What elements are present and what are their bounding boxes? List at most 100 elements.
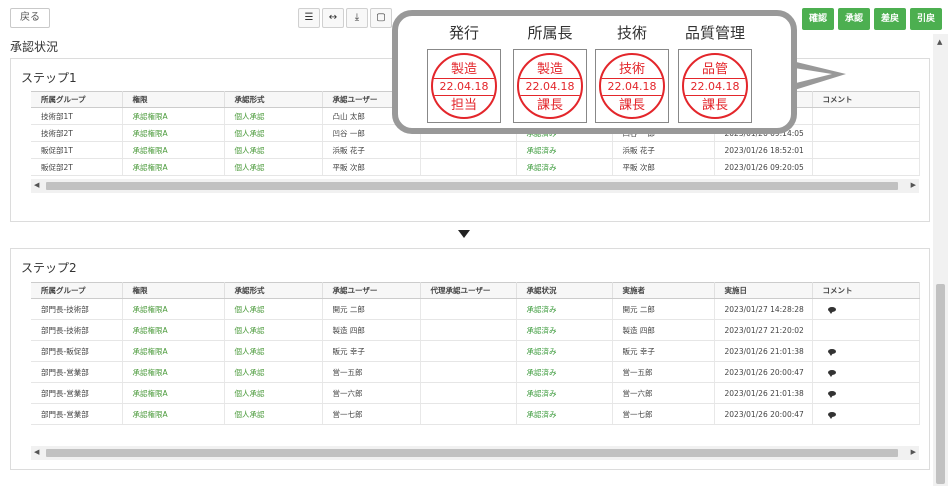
seal-title: 担当 bbox=[450, 98, 477, 113]
callout-pointer bbox=[788, 60, 846, 92]
cell-date: 2023/01/26 20:00:47 bbox=[714, 361, 813, 383]
comment-icon[interactable] bbox=[827, 348, 836, 356]
approval-seal-icon: 製造 22.04.18 担当 bbox=[431, 53, 497, 119]
tool-button[interactable]: ☰ bbox=[298, 8, 320, 28]
stamp-label: 発行 bbox=[448, 24, 479, 42]
pull-back-button[interactable]: 引戻 bbox=[909, 8, 942, 30]
cell-type: 個人承認 bbox=[224, 403, 323, 425]
cell-role: 承認権限A bbox=[122, 141, 225, 159]
tool-button-group: ☰ ↔ ⤓ ▢ bbox=[298, 8, 392, 28]
table-row[interactable]: 部門長-営業部 承認権限A 個人承認 営一六郎 承認済み 営一六郎 2023/01/26 2… bbox=[31, 382, 920, 404]
column-header: 所属グループ bbox=[31, 91, 123, 108]
cell-proxy bbox=[420, 361, 517, 383]
vertical-scrollbar[interactable]: ▲ bbox=[933, 34, 948, 486]
cell-status: 承認済み bbox=[516, 361, 613, 383]
table-row[interactable]: 部門長-販促部 承認権限A 個人承認 販元 幸子 承認済み 販元 幸子 2023/01/26… bbox=[31, 340, 920, 362]
cell-group: 技術部1T bbox=[31, 107, 123, 125]
cell-status: 承認済み bbox=[516, 319, 613, 341]
cell-actor: 販元 幸子 bbox=[612, 340, 715, 362]
seal-dept: 技術 bbox=[618, 62, 645, 77]
confirm-button[interactable]: 確認 bbox=[801, 8, 834, 30]
cell-date: 2023/01/26 09:20:05 bbox=[714, 158, 813, 176]
cell-proxy bbox=[420, 158, 517, 176]
cell-date: 2023/01/26 18:52:01 bbox=[714, 141, 813, 159]
step1-horizontal-scrollbar[interactable]: ◀ ▶ bbox=[31, 179, 919, 193]
cell-status: 承認済み bbox=[516, 158, 613, 176]
scroll-left-icon[interactable]: ◀ bbox=[34, 448, 39, 456]
horizontal-scroll-thumb[interactable] bbox=[46, 449, 898, 457]
column-header: 実施者 bbox=[612, 282, 715, 299]
comment-icon[interactable] bbox=[827, 411, 836, 419]
approve-button[interactable]: 承認 bbox=[837, 8, 870, 30]
step2-title: ステップ2 bbox=[21, 261, 77, 275]
table-row[interactable]: 部門長-技術部 承認権限A 個人承認 開元 二郎 承認済み 開元 二郎 2023/01/27… bbox=[31, 298, 920, 320]
cell-status: 承認済み bbox=[516, 141, 613, 159]
cell-group: 技術部2T bbox=[31, 124, 123, 142]
vertical-scroll-thumb[interactable] bbox=[936, 284, 945, 484]
table-row[interactable]: 部門長-営業部 承認権限A 個人承認 営一五郎 承認済み 営一五郎 2023/01/26 2… bbox=[31, 361, 920, 383]
action-button-group: 確認 承認 差戻 引戻 bbox=[801, 8, 942, 30]
seal-title: 課長 bbox=[701, 98, 728, 113]
step2-horizontal-scrollbar[interactable]: ◀ ▶ bbox=[31, 446, 919, 460]
comment-icon[interactable] bbox=[827, 369, 836, 377]
cell-group: 部門長-営業部 bbox=[31, 361, 123, 383]
cell-group: 部門長-販促部 bbox=[31, 340, 123, 362]
seal-title: 課長 bbox=[618, 98, 645, 113]
horizontal-scroll-thumb[interactable] bbox=[46, 182, 898, 190]
table-row[interactable]: 販促部1T 承認権限A 個人承認 浜販 花子 承認済み 浜販 花子 2023/01/26 1… bbox=[31, 141, 920, 159]
cell-user: 販元 幸子 bbox=[322, 340, 421, 362]
comment-icon[interactable] bbox=[827, 306, 836, 314]
cell-comment bbox=[812, 158, 920, 176]
table-row[interactable]: 部門長-営業部 承認権限A 個人承認 営一七郎 承認済み 営一七郎 2023/01/26 2… bbox=[31, 403, 920, 425]
cell-type: 個人承認 bbox=[224, 319, 323, 341]
cell-date: 2023/01/27 21:20:02 bbox=[714, 319, 813, 341]
cell-date: 2023/01/27 14:28:28 bbox=[714, 298, 813, 320]
stamp-label: 品質管理 bbox=[684, 24, 745, 42]
scroll-left-icon[interactable]: ◀ bbox=[34, 181, 39, 189]
cell-role: 承認権限A bbox=[122, 158, 225, 176]
cell-group: 部門長-技術部 bbox=[31, 298, 123, 320]
tool-button[interactable]: ↔ bbox=[322, 8, 344, 28]
scroll-right-icon[interactable]: ▶ bbox=[911, 448, 916, 456]
cell-comment bbox=[812, 319, 920, 341]
cell-type: 個人承認 bbox=[224, 107, 323, 125]
stamp-box: 製造 22.04.18 課長 bbox=[513, 49, 587, 123]
seal-dept: 製造 bbox=[536, 62, 563, 77]
scroll-up-icon[interactable]: ▲ bbox=[937, 38, 942, 46]
step1-title: ステップ1 bbox=[21, 71, 77, 85]
cell-group: 部門長-営業部 bbox=[31, 403, 123, 425]
column-header: 権限 bbox=[122, 91, 225, 108]
cell-actor: 営一六郎 bbox=[612, 382, 715, 404]
expand-horizontal-icon: ↔ bbox=[328, 12, 338, 23]
approval-seal-icon: 製造 22.04.18 課長 bbox=[517, 53, 583, 119]
cell-comment bbox=[812, 340, 920, 362]
comment-icon[interactable] bbox=[827, 390, 836, 398]
tool-button[interactable]: ⤓ bbox=[346, 8, 368, 28]
approval-seal-icon: 技術 22.04.18 課長 bbox=[599, 53, 665, 119]
cell-comment bbox=[812, 141, 920, 159]
cell-type: 個人承認 bbox=[224, 124, 323, 142]
window-icon: ▢ bbox=[376, 12, 386, 23]
cell-user: 製造 四郎 bbox=[322, 319, 421, 341]
column-header: 代理承認ユーザー bbox=[420, 282, 517, 299]
seal-title: 課長 bbox=[536, 98, 563, 113]
cell-user: 浜販 花子 bbox=[322, 141, 421, 159]
cell-proxy bbox=[420, 298, 517, 320]
cell-comment bbox=[812, 298, 920, 320]
table-row[interactable]: 部門長-技術部 承認権限A 個人承認 製造 四郎 承認済み 製造 四郎 2023/01/27… bbox=[31, 319, 920, 341]
cell-status: 承認済み bbox=[516, 403, 613, 425]
back-button[interactable]: 戻る bbox=[10, 8, 50, 28]
tool-button[interactable]: ▢ bbox=[370, 8, 392, 28]
cell-date: 2023/01/26 21:01:38 bbox=[714, 382, 813, 404]
step2-table: 所属グループ 権限 承認形式 承認ユーザー 代理承認ユーザー 承認状況 実施者 実施日 コメント… bbox=[31, 282, 920, 425]
column-header: 権限 bbox=[122, 282, 225, 299]
send-back-button[interactable]: 差戻 bbox=[873, 8, 906, 30]
seal-date: 22.04.18 bbox=[601, 78, 663, 96]
table-row[interactable]: 販促部2T 承認権限A 個人承認 平販 次郎 承認済み 平販 次郎 2023/01/26 0… bbox=[31, 158, 920, 176]
scroll-right-icon[interactable]: ▶ bbox=[911, 181, 916, 189]
cell-comment bbox=[812, 382, 920, 404]
stamp-box: 製造 22.04.18 担当 bbox=[427, 49, 501, 123]
cell-comment bbox=[812, 124, 920, 142]
stamp-callout: 発行 製造 22.04.18 担当 所属長 製造 22.04.18 課長 技術 技術 22.04.1… bbox=[392, 10, 797, 134]
cell-type: 個人承認 bbox=[224, 158, 323, 176]
